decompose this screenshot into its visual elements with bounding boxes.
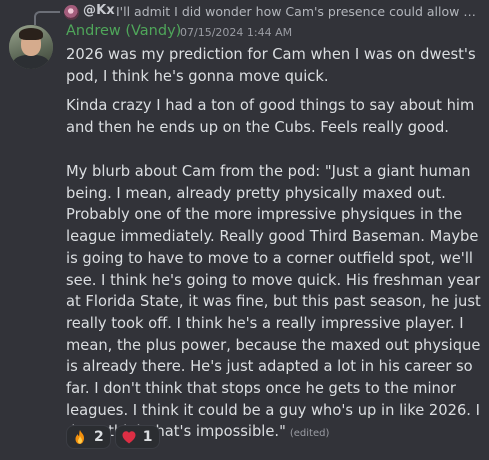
message-author[interactable]: Andrew (Vandy) [66,23,181,39]
reactions-bar: 2 1 [66,425,160,451]
reaction-fire-count: 2 [94,429,104,445]
reply-reference[interactable]: @Kx I'll admit I did wonder how Cam's pr… [0,0,489,25]
reply-author[interactable]: @Kx [83,3,115,18]
message-view: @Kx I'll admit I did wonder how Cam's pr… [0,0,489,460]
message-paragraph-3-text: My blurb about Cam from the pod: "Just a… [66,163,486,441]
reaction-fire[interactable]: 2 [66,425,111,449]
reaction-heart[interactable]: 1 [114,425,160,449]
reaction-heart-count: 1 [142,429,153,445]
edited-label: (edited) [289,428,330,440]
message-paragraph-3: My blurb about Cam from the pod: "Just a… [66,161,486,445]
heart-emoji-icon [121,429,137,445]
message-paragraph-2: Kinda crazy I had a ton of good things t… [66,97,479,136]
message-timestamp: 07/15/2024 1:44 AM [180,26,293,39]
reply-connector-line [34,11,60,25]
reply-preview-text[interactable]: I'll admit I did wonder how Cam's presen… [116,4,480,19]
avatar[interactable] [9,25,53,69]
reply-avatar[interactable] [64,5,79,20]
fire-emoji-icon [72,429,88,445]
message-paragraph-1: 2026 was my prediction for Cam when I wa… [66,46,481,85]
